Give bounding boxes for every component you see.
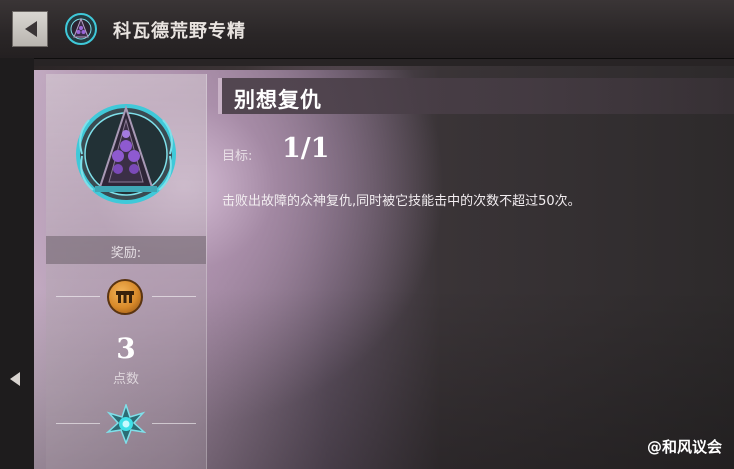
back-arrow-icon xyxy=(25,21,37,37)
reward-panel: 奖励: 3 点数 xyxy=(46,74,207,469)
points-value: 3 xyxy=(116,332,136,365)
card-top-border xyxy=(34,66,734,70)
left-strip xyxy=(0,58,34,469)
mastery-emblem-icon xyxy=(65,13,97,45)
coin-reward-icon[interactable] xyxy=(107,279,143,315)
achievement-description: 击败出故障的众神复仇,同时被它技能击中的次数不超过50次。 xyxy=(222,194,581,209)
achievement-title: 别想复仇 xyxy=(234,87,322,112)
header-accent xyxy=(218,78,222,114)
divider xyxy=(56,296,100,297)
watermark: @和风议会 xyxy=(646,438,722,456)
back-button[interactable] xyxy=(12,11,48,47)
reward-label: 奖励: xyxy=(110,246,142,261)
points-label: 点数 xyxy=(112,372,139,387)
goal-label: 目标: xyxy=(222,149,253,164)
top-bar: 科瓦德荒野专精 xyxy=(0,0,734,59)
divider xyxy=(56,423,100,424)
page-title: 科瓦德荒野专精 xyxy=(113,21,246,42)
divider xyxy=(152,423,196,424)
mastery-star-icon[interactable] xyxy=(106,404,146,444)
previous-arrow-icon[interactable] xyxy=(10,372,20,386)
divider xyxy=(152,296,196,297)
goal-progress: 1/1 xyxy=(282,133,330,164)
achievement-badge-icon xyxy=(76,104,176,204)
achievement-window: 科瓦德荒野专精 奖励: 3 点数 别想复仇 目标: 1/1 击败出故障的众神复仇… xyxy=(0,0,734,469)
